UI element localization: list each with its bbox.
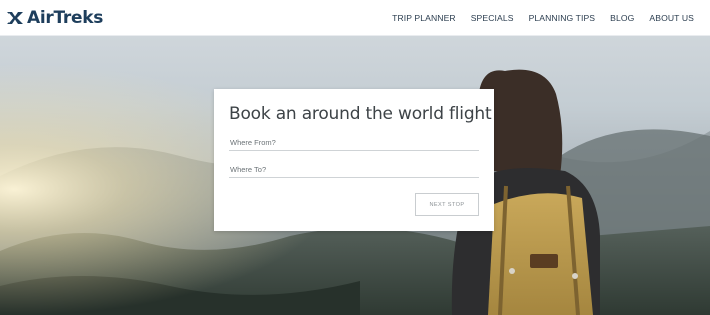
where-from-input[interactable]	[229, 133, 479, 152]
airtreks-logo[interactable]: AirTreks	[6, 8, 103, 28]
nav-blog[interactable]: BLOG	[610, 13, 634, 23]
where-to-field	[229, 159, 479, 179]
where-to-input[interactable]	[229, 160, 479, 179]
next-stop-button[interactable]: NEXT STOP	[415, 193, 479, 216]
nav-trip-planner[interactable]: TRIP PLANNER	[392, 13, 456, 23]
booking-title: Book an around the world flight	[229, 104, 492, 124]
top-navigation-bar: AirTreks TRIP PLANNER SPECIALS PLANNING …	[0, 0, 710, 36]
nav-about-us[interactable]: ABOUT US	[649, 13, 694, 23]
where-from-field	[229, 132, 479, 152]
nav-planning-tips[interactable]: PLANNING TIPS	[529, 13, 596, 23]
booking-card: Book an around the world flight NEXT STO…	[214, 89, 494, 231]
airtreks-arrows-icon	[7, 11, 23, 24]
brand-name: AirTreks	[27, 7, 104, 28]
main-navigation: TRIP PLANNER SPECIALS PLANNING TIPS BLOG…	[392, 13, 694, 23]
nav-specials[interactable]: SPECIALS	[471, 13, 514, 23]
